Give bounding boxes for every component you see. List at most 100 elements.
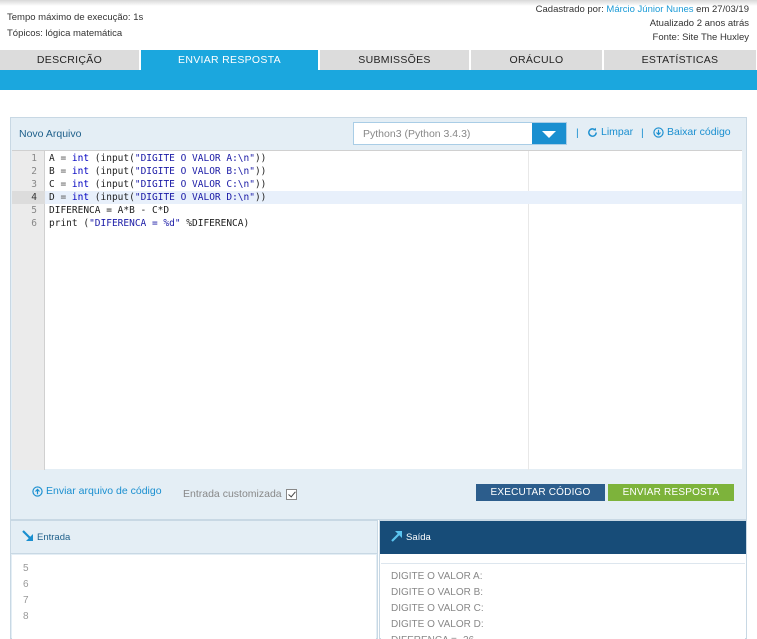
code-token: ( (77, 218, 90, 229)
code-line[interactable]: 5 DIFERENCA = A*B - C*D (12, 204, 742, 217)
language-selected-value: Python3 (Python 3.4.3) (363, 128, 471, 140)
input-title: Entrada (21, 529, 70, 543)
code-line[interactable]: 6 print ("DIFERENCA = %d" %DIFERENCA) (12, 217, 742, 230)
code-token: int (66, 179, 90, 190)
code-text: print ("DIFERENCA = %d" %DIFERENCA) (49, 217, 249, 230)
clear-button[interactable]: Limpar (587, 126, 633, 138)
file-name-label: Novo Arquivo (19, 128, 82, 140)
problem-meta: Tempo máximo de execução: 1s Tópicos: ló… (7, 10, 143, 42)
download-label: Baixar código (667, 126, 731, 138)
problem-credits: Cadastrado por: Márcio Júnior Nunes em 2… (536, 3, 749, 45)
output-line: DIGITE O VALOR A: (391, 571, 483, 582)
input-panel: Entrada 5 6 7 8 (10, 520, 378, 639)
output-panel-header: Saída (380, 521, 746, 554)
run-code-button[interactable]: EXECUTAR CÓDIGO (476, 484, 605, 501)
input-textarea[interactable]: 5 6 7 8 (12, 555, 376, 639)
code-token: %DIFERENCA) (180, 218, 250, 229)
code-editor[interactable]: 1A = int (input("DIGITE O VALOR A:\n")) 2… (12, 150, 742, 470)
toolbar-separator: | (576, 127, 579, 139)
source-text: Fonte: Site The Huxley (652, 32, 749, 43)
code-token: (input( (89, 153, 135, 164)
code-token: "DIGITE O VALOR D:\n" (134, 192, 255, 203)
code-token: "DIFERENCA = %d" (89, 218, 181, 229)
output-area: DIGITE O VALOR A: DIGITE O VALOR B: DIGITE… (381, 563, 745, 639)
code-token: int (66, 166, 90, 177)
code-line[interactable]: 3 C = int (input("DIGITE O VALOR C:\n")) (12, 178, 742, 191)
tab-description[interactable]: DESCRIÇÃO (0, 50, 140, 70)
code-token: C (49, 179, 61, 190)
code-line[interactable]: 2 B = int (input("DIGITE O VALOR B:\n")) (12, 165, 742, 178)
line-number: 4 (12, 191, 45, 204)
line-number: 6 (31, 218, 37, 229)
tab-oracle[interactable]: ORÁCULO (471, 50, 603, 70)
code-token: )) (254, 166, 267, 177)
registered-date: em 27/03/19 (696, 4, 749, 15)
arrow-down-right-icon (22, 530, 33, 541)
chevron-down-icon (542, 131, 556, 138)
language-dropdown-button[interactable] (532, 123, 566, 144)
tab-submit-answer[interactable]: ENVIAR RESPOSTA (141, 50, 319, 70)
submit-answer-button[interactable]: ENVIAR RESPOSTA (608, 484, 734, 501)
toolbar-separator: | (641, 127, 644, 139)
problem-tabs: DESCRIÇÃO ENVIAR RESPOSTA SUBMISSÕES ORÁ… (0, 50, 757, 70)
code-text: C = int (input("DIGITE O VALOR C:\n")) (49, 178, 266, 191)
updated-text: Atualizado 2 anos atrás (649, 18, 749, 29)
code-token: "DIGITE O VALOR A:\n" (134, 153, 255, 164)
input-title-label: Entrada (37, 532, 71, 543)
input-line: 7 (23, 595, 29, 606)
code-token: D (49, 192, 61, 203)
problem-page: Tempo máximo de execução: 1s Tópicos: ló… (0, 0, 757, 639)
code-token: B (49, 166, 61, 177)
download-code-button[interactable]: Baixar código (653, 126, 731, 138)
code-text: DIFERENCA = A*B - C*D (49, 204, 169, 217)
input-line: 8 (23, 611, 29, 622)
registered-prefix: Cadastrado por: (535, 4, 604, 15)
tab-content-band (0, 70, 757, 90)
code-line[interactable]: 1 A = int (input("DIGITE O VALOR A:\n")) (12, 152, 742, 165)
code-token: "DIGITE O VALOR B:\n" (134, 166, 255, 177)
code-token: print (49, 218, 78, 229)
refresh-icon (588, 127, 597, 137)
topics-text: Tópicos: lógica matemática (7, 28, 123, 39)
arrow-up-right-icon (391, 531, 402, 542)
tab-statistics[interactable]: ESTATÍSTICAS (604, 50, 757, 70)
line-number: 1 (31, 153, 37, 164)
code-token: (input( (89, 192, 135, 203)
code-token: )) (254, 179, 267, 190)
output-line: DIGITE O VALOR B: (391, 587, 484, 598)
output-line: DIGITE O VALOR C: (391, 603, 484, 614)
max-time-text: Tempo máximo de execução: 1s (7, 12, 144, 23)
clear-label: Limpar (601, 126, 634, 138)
output-title-label: Saída (406, 532, 431, 543)
output-title: Saída (390, 529, 431, 543)
upload-code-button[interactable]: Enviar arquivo de código (32, 485, 162, 497)
output-line: DIGITE O VALOR D: (391, 619, 484, 630)
language-select[interactable]: Python3 (Python 3.4.3) (353, 122, 567, 145)
input-line: 6 (23, 579, 29, 590)
upload-label: Enviar arquivo de código (46, 485, 162, 497)
editor-actions: Enviar arquivo de código Entrada customi… (11, 470, 746, 519)
line-number: 2 (31, 166, 37, 177)
author-link[interactable]: Márcio Júnior Nunes (606, 4, 693, 15)
editor-panel: Novo Arquivo Python3 (Python 3.4.3) | Li… (10, 117, 747, 520)
code-token: int (66, 153, 90, 164)
tab-submissions[interactable]: SUBMISSÕES (320, 50, 470, 70)
code-line[interactable]: 4 D = int (input("DIGITE O VALOR D:\n")) (12, 191, 742, 204)
output-panel: Saída DIGITE O VALOR A: DIGITE O VALOR B:… (379, 520, 747, 639)
custom-input-checkbox[interactable] (285, 488, 297, 500)
upload-icon (32, 485, 43, 497)
code-text: B = int (input("DIGITE O VALOR B:\n")) (49, 165, 266, 178)
line-number: 3 (31, 179, 37, 190)
code-token: A (49, 153, 61, 164)
code-token: (input( (89, 179, 135, 190)
code-token: (input( (89, 166, 135, 177)
code-text: A = int (input("DIGITE O VALOR A:\n")) (49, 152, 266, 165)
download-icon (653, 126, 664, 138)
line-number: 5 (31, 205, 37, 216)
registered-by: Cadastrado por: Márcio Júnior Nunes em 2… (536, 3, 749, 17)
code-text: D = int (input("DIGITE O VALOR D:\n")) (49, 191, 266, 204)
code-token: DIFERENCA = A*B - C*D (49, 205, 170, 216)
custom-input-label: Entrada customizada (183, 488, 282, 500)
input-panel-header: Entrada (11, 521, 377, 554)
custom-input-toggle[interactable]: Entrada customizada (183, 488, 297, 500)
